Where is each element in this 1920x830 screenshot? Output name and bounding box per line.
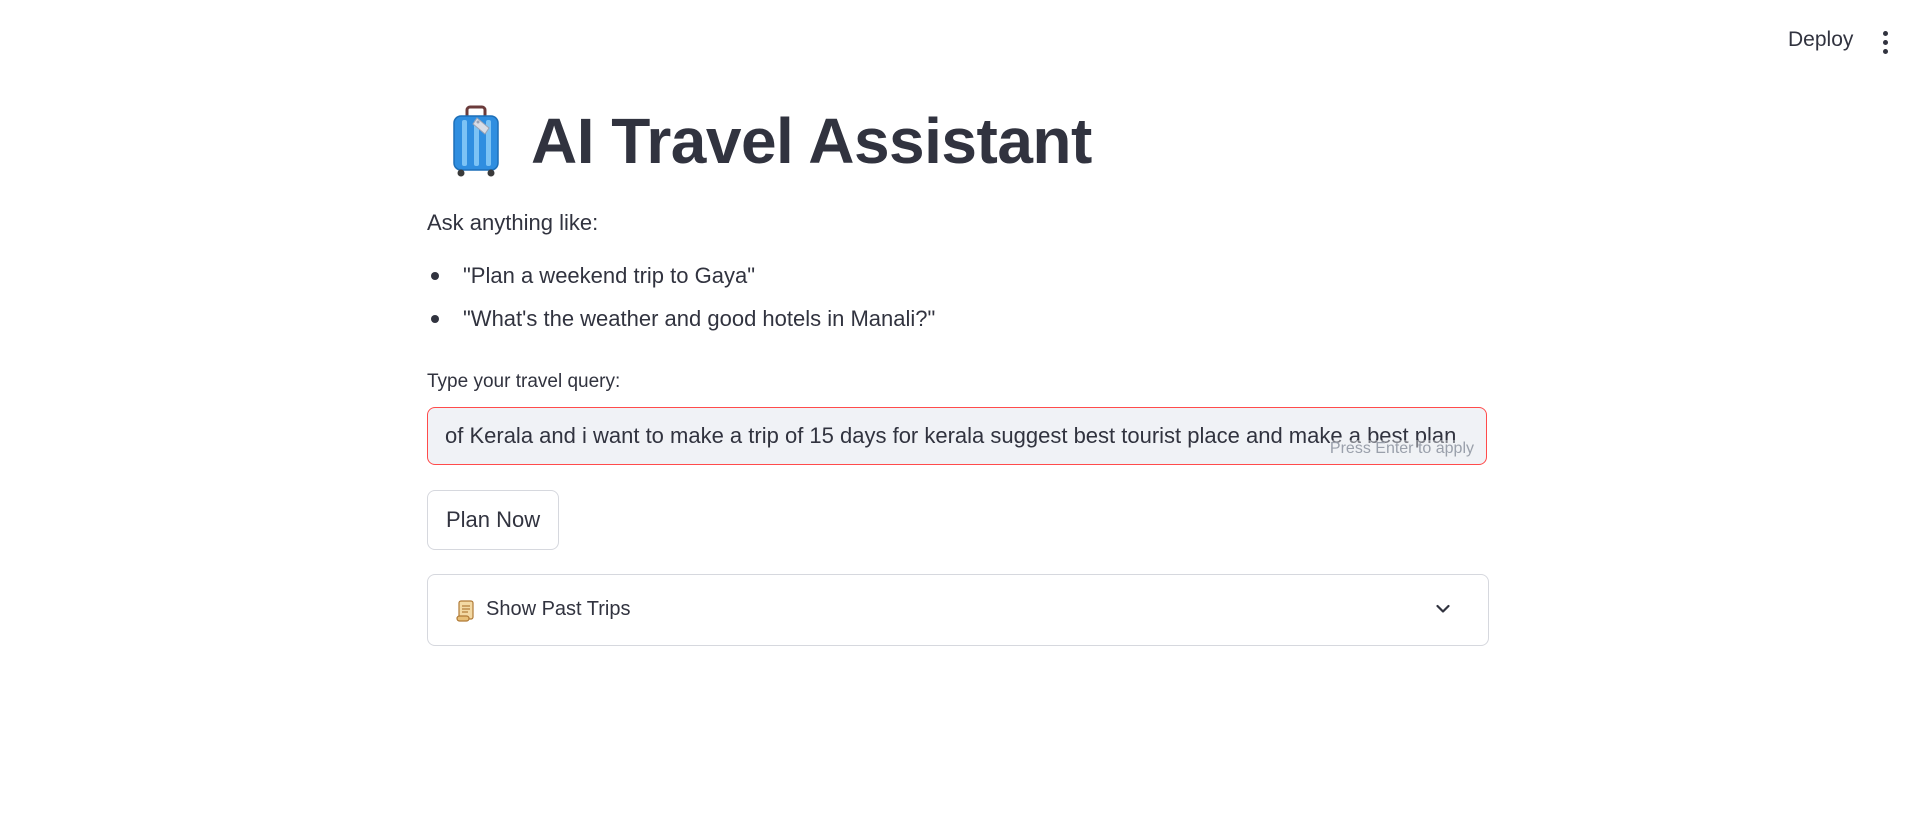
bullet-icon (431, 315, 439, 323)
chevron-down-icon (1436, 604, 1450, 613)
past-trips-expander[interactable]: Show Past Trips (427, 574, 1489, 646)
example-queries-list: "Plan a weekend trip to Gaya" "What's th… (427, 262, 1489, 348)
list-item: "What's the weather and good hotels in M… (427, 305, 1489, 348)
main-menu-button[interactable] (1871, 26, 1899, 58)
travel-query-input[interactable]: of Kerala and i want to make a trip of 1… (428, 408, 1486, 464)
press-enter-hint: Press Enter to apply (1329, 440, 1474, 458)
top-toolbar: Deploy (0, 0, 1920, 84)
example-query-text: "What's the weather and good hotels in M… (463, 306, 936, 331)
vertical-ellipsis-icon-dot (1882, 48, 1888, 54)
app-root: Deploy AI Travel Assistant Ask anything … (0, 0, 1920, 830)
intro-text: Ask anything like: (427, 210, 599, 235)
page-header: AI Travel Assistant (427, 100, 1489, 182)
vertical-ellipsis-icon-dot (1882, 30, 1888, 36)
main-content: AI Travel Assistant Ask anything like: "… (427, 100, 1489, 646)
travel-query-field[interactable]: of Kerala and i want to make a trip of 1… (427, 407, 1487, 465)
example-query-text: "Plan a weekend trip to Gaya" (463, 263, 756, 288)
list-item: "Plan a weekend trip to Gaya" (427, 262, 1489, 305)
plan-now-button[interactable]: Plan Now (427, 490, 560, 550)
travel-query-label: Type your travel query: (427, 371, 621, 392)
deploy-button[interactable]: Deploy (1782, 26, 1859, 54)
page-title: AI Travel Assistant (531, 105, 1092, 177)
travel-query-value: of Kerala and i want to make a trip of 1… (445, 423, 1457, 448)
past-trips-label: Show Past Trips (486, 598, 631, 620)
scroll-icon (456, 600, 474, 622)
luggage-icon (453, 105, 499, 177)
vertical-ellipsis-icon-dot (1882, 39, 1888, 45)
bullet-icon (431, 272, 439, 280)
